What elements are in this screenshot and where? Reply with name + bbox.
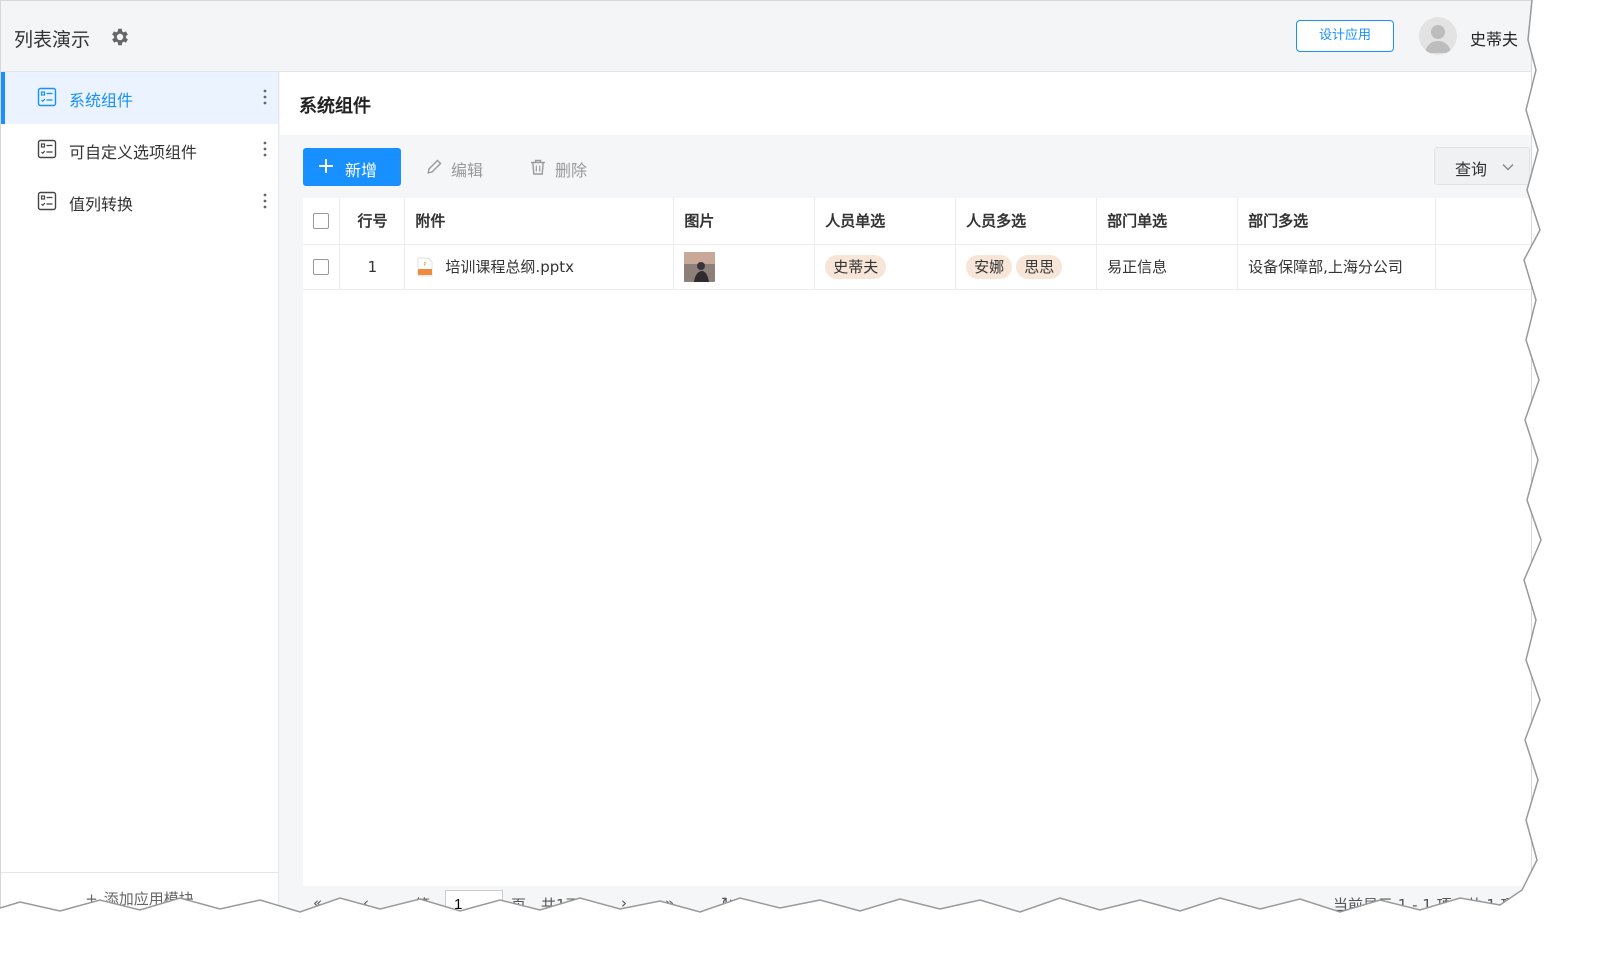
- toolbar: 新增 编辑 删除 查询: [303, 147, 1531, 188]
- add-button[interactable]: 新增: [303, 148, 401, 186]
- pencil-icon: [427, 159, 442, 174]
- sidebar-item-label: 可自定义选项组件: [69, 143, 198, 162]
- sidebar-item-value-conversion[interactable]: 值列转换: [1, 176, 278, 228]
- row-checkbox[interactable]: [313, 259, 330, 275]
- edit-button-label: 编辑: [451, 161, 484, 180]
- query-button[interactable]: 查询: [1434, 147, 1530, 185]
- column-header[interactable]: 附件: [404, 198, 675, 245]
- edit-button[interactable]: 编辑: [425, 148, 495, 186]
- column-header[interactable]: 图片: [673, 198, 816, 245]
- trash-icon: [531, 159, 545, 175]
- sidebar-item-label: 值列转换: [69, 195, 134, 214]
- person-tag: 思思: [1016, 254, 1063, 279]
- user-icon: [1419, 17, 1457, 55]
- more-vertical-icon[interactable]: [262, 140, 268, 158]
- select-all-cell: [303, 198, 341, 245]
- image-thumbnail[interactable]: [684, 251, 716, 282]
- table-header-row: 行号 附件 图片 人员单选 人员多选 部门单选 部门多选: [303, 198, 1531, 245]
- dept-single-cell: 易正信息: [1096, 244, 1239, 290]
- page-number-input[interactable]: [445, 890, 503, 914]
- more-vertical-icon[interactable]: [262, 88, 268, 106]
- more-vertical-icon[interactable]: [262, 192, 268, 210]
- list-form-icon: [37, 139, 57, 159]
- app-window: 列表演示 设计应用 史蒂夫 系统组件 可自定义选项组件 值列转换 + 添加应用模…: [0, 0, 1532, 915]
- top-bar: 列表演示 设计应用 史蒂夫: [1, 1, 1531, 72]
- image-cell: [673, 244, 816, 290]
- table-row[interactable]: 1 P 培训课程总纲.pptx 史蒂夫 安娜 思思 易正信息 设备保障部,上海分…: [303, 244, 1531, 290]
- pager-summary: 当前显示 1 - 1 项，共 1 项: [1333, 896, 1516, 914]
- sidebar-item-label: 系统组件: [69, 91, 134, 110]
- query-button-label: 查询: [1455, 160, 1488, 179]
- column-header[interactable]: 人员单选: [814, 198, 957, 245]
- photo-icon: [684, 251, 716, 282]
- app-title: 列表演示: [14, 29, 91, 51]
- plus-icon: +: [85, 890, 98, 908]
- add-button-label: 新增: [345, 161, 378, 180]
- main-content: 系统组件 新增 编辑 删除 查询 行号 附件 图片 人员单选 人员多选 部门单选…: [280, 72, 1531, 914]
- page-suffix: 页，共1页: [511, 896, 581, 914]
- empty-cell: [1435, 244, 1531, 290]
- chevron-down-icon: [1502, 164, 1514, 171]
- next-page-icon[interactable]: ›: [621, 894, 627, 912]
- delete-button-label: 删除: [555, 161, 588, 180]
- dept-multi-cell: 设备保障部,上海分公司: [1237, 244, 1437, 290]
- list-form-icon: [37, 191, 57, 211]
- refresh-icon[interactable]: ↻: [721, 894, 734, 912]
- person-multi-cell: 安娜 思思: [955, 244, 1098, 290]
- sidebar: 系统组件 可自定义选项组件 值列转换 + 添加应用模块: [1, 72, 279, 914]
- attachment-link[interactable]: 培训课程总纲.pptx: [445, 258, 574, 276]
- person-tag: 安娜: [966, 254, 1013, 279]
- avatar[interactable]: [1419, 17, 1457, 55]
- page-prefix: 第: [415, 896, 431, 914]
- last-page-icon[interactable]: »: [665, 894, 674, 912]
- page-header: 系统组件: [280, 72, 1531, 135]
- prev-page-icon[interactable]: ‹: [363, 894, 369, 912]
- add-module-button[interactable]: + 添加应用模块: [1, 872, 278, 914]
- first-page-icon[interactable]: «: [313, 894, 322, 912]
- data-table: 行号 附件 图片 人员单选 人员多选 部门单选 部门多选 1 P 培训课程总纲.…: [303, 198, 1531, 886]
- svg-text:P: P: [424, 262, 427, 268]
- attachment-cell: P 培训课程总纲.pptx: [404, 244, 675, 290]
- row-select-cell: [303, 244, 341, 290]
- gear-icon[interactable]: [109, 26, 131, 48]
- page-title: 系统组件: [299, 96, 371, 117]
- column-header[interactable]: 行号: [339, 198, 406, 245]
- person-single-cell: 史蒂夫: [814, 244, 957, 290]
- sidebar-item-custom-options[interactable]: 可自定义选项组件: [1, 124, 278, 176]
- person-tag: 史蒂夫: [825, 254, 887, 279]
- design-app-button[interactable]: 设计应用: [1296, 20, 1394, 52]
- column-header-empty: [1435, 198, 1531, 245]
- column-header[interactable]: 人员多选: [955, 198, 1098, 245]
- plus-icon: [319, 159, 333, 173]
- delete-button[interactable]: 删除: [529, 148, 599, 186]
- list-form-icon: [37, 87, 57, 107]
- table: 行号 附件 图片 人员单选 人员多选 部门单选 部门多选 1 P 培训课程总纲.…: [303, 198, 1531, 290]
- sidebar-item-system-components[interactable]: 系统组件: [1, 72, 278, 124]
- column-header[interactable]: 部门单选: [1096, 198, 1239, 245]
- select-all-checkbox[interactable]: [313, 213, 330, 230]
- pager: « ‹ 第 页，共1页 › » ↻ 当前显示 1 - 1 项，共 1 项: [303, 890, 1531, 914]
- add-module-label: 添加应用模块: [103, 890, 194, 908]
- row-number: 1: [339, 244, 406, 290]
- user-name[interactable]: 史蒂夫: [1470, 26, 1518, 50]
- pptx-file-icon: P: [417, 257, 433, 276]
- column-header[interactable]: 部门多选: [1237, 198, 1437, 245]
